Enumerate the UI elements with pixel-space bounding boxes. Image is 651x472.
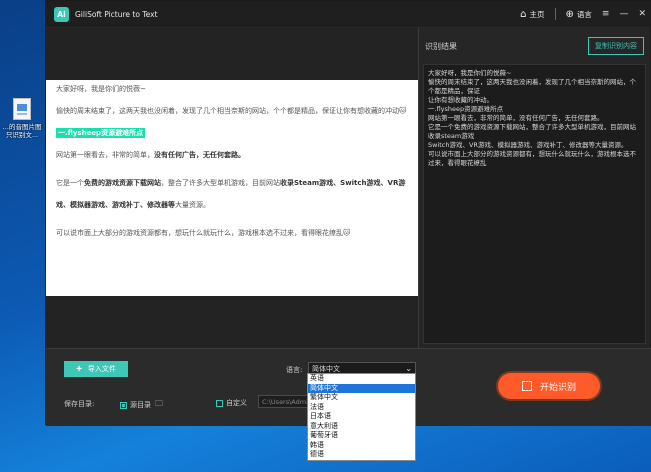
app-title: GiliSoft Picture to Text [75,9,158,19]
chevron-down-icon: ⌄ [405,364,412,373]
doc-heading-wrap: 一.flysheep资源避难所点 [56,128,408,139]
doc-paragraph-5: 可以说市面上大部分的游戏资源都有，想玩什么就玩什么，游戏根本选不过来，看得眼花缭… [56,229,351,237]
language-option[interactable]: 日本语 [308,412,415,422]
app-logo-icon: Ai [54,6,69,22]
custom-dir-radio[interactable] [216,399,223,407]
language-option[interactable]: 韩语 [308,441,415,451]
result-title: 识别结果 [425,41,457,51]
language-option[interactable]: 繁体中文 [308,393,415,403]
import-file-button[interactable]: + 导入文件 [64,361,128,377]
doc-p4-text-a: 它是一个 [56,179,84,187]
language-option[interactable]: 法语 [308,403,415,413]
desktop-icon-label-1: …的音图片图 [2,123,42,131]
folder-icon[interactable]: 🗀 [155,398,163,412]
image-preview-pane: 大家好呀，我是你们的悦薇~ 愉快的周末结束了，这两天我也没闲着，发现了几个相当奈… [46,28,418,348]
home-button[interactable]: ⌂ 主页 [520,9,544,20]
result-textarea[interactable]: 大家好呀，我是你们的悦薇~ 愉快的周末结束了，这两天我也没闲着，发现了几个相当奈… [423,64,646,344]
home-label: 主页 [529,9,545,19]
language-dropdown-list: 英语 简体中文 繁体中文 法语 日本语 意大利语 葡萄牙语 韩语 德语 [307,373,416,461]
minimize-icon[interactable]: — [619,9,628,19]
language-label: 语言 [576,9,592,19]
app-window: Ai GiliSoft Picture to Text ⌂ 主页 ⊕ 语言 ≡ … [45,0,651,426]
scan-icon [521,381,532,391]
doc-paragraph-3: 网站第一眼看去，非常的简单，没有任何广告，无任何套路。 [56,150,408,161]
import-label: 导入文件 [87,366,116,373]
home-icon: ⌂ [520,8,527,20]
close-icon[interactable]: ✕ [638,9,646,19]
language-option[interactable]: 意大利语 [308,422,415,432]
image-file-icon [13,98,31,120]
doc-p4-text-c: 大量资源。 [175,201,210,209]
custom-dir-label: 自定义 [226,399,247,407]
preview-image: 大家好呀，我是你们的悦薇~ 愉快的周末结束了，这两天我也没闲着，发现了几个相当奈… [46,80,418,296]
language-option[interactable]: 简体中文 [308,383,415,393]
title-bar: Ai GiliSoft Picture to Text ⌂ 主页 ⊕ 语言 ≡ … [46,1,651,27]
start-label: 开始识别 [539,382,576,393]
language-option[interactable]: 英语 [308,374,415,384]
doc-p3-text: 网站第一眼看去，非常的简单， [56,151,154,159]
plus-icon: + [76,363,82,375]
language-select-label: 语言: [286,366,303,374]
title-divider [554,8,556,20]
source-dir-radio[interactable] [120,401,127,409]
source-dir-label: 源目录 [130,401,151,409]
doc-paragraph-1: 大家好呀，我是你们的悦薇~ [56,85,146,93]
desktop-icon-label-2: 只识别文... [5,131,39,139]
menu-icon[interactable]: ≡ [602,9,610,19]
custom-dir-option[interactable]: 自定义 [216,398,247,408]
save-dir-label: 保存目录: [64,400,95,408]
result-pane: 识别结果 复制识别内容 大家好呀，我是你们的悦薇~ 愉快的周末结束了，这两天我也… [418,28,650,348]
doc-paragraph-2: 愉快的周末结束了，这两天我也没闲着，发现了几个相当奈斯的网站，个个都是精品，保证… [56,107,407,115]
source-dir-option[interactable]: 源目录 🗀 [120,398,163,412]
doc-p4-text-b: ，整合了许多大型单机游戏，目前网站 [161,179,280,187]
desktop-file-icon[interactable]: …的音图片图 只识别文... [0,98,44,139]
custom-path-input[interactable] [258,395,310,408]
doc-paragraph-4: 它是一个免费的游戏资源下载网站，整合了许多大型单机游戏，目前网站收录Steam游… [56,172,408,216]
copy-result-button[interactable]: 复制识别内容 [588,37,644,55]
doc-p3-bold: 没有任何广告，无任何套路。 [154,151,245,159]
language-button[interactable]: ⊕ 语言 [566,9,592,20]
globe-icon: ⊕ [565,8,574,20]
language-option[interactable]: 德语 [308,450,415,460]
doc-p4-bold-a: 免费的游戏资源下载网站 [84,179,161,187]
language-option[interactable]: 葡萄牙语 [308,431,415,441]
start-recognition-button[interactable]: 开始识别 [498,373,600,399]
doc-heading: 一.flysheep资源避难所点 [56,128,146,138]
